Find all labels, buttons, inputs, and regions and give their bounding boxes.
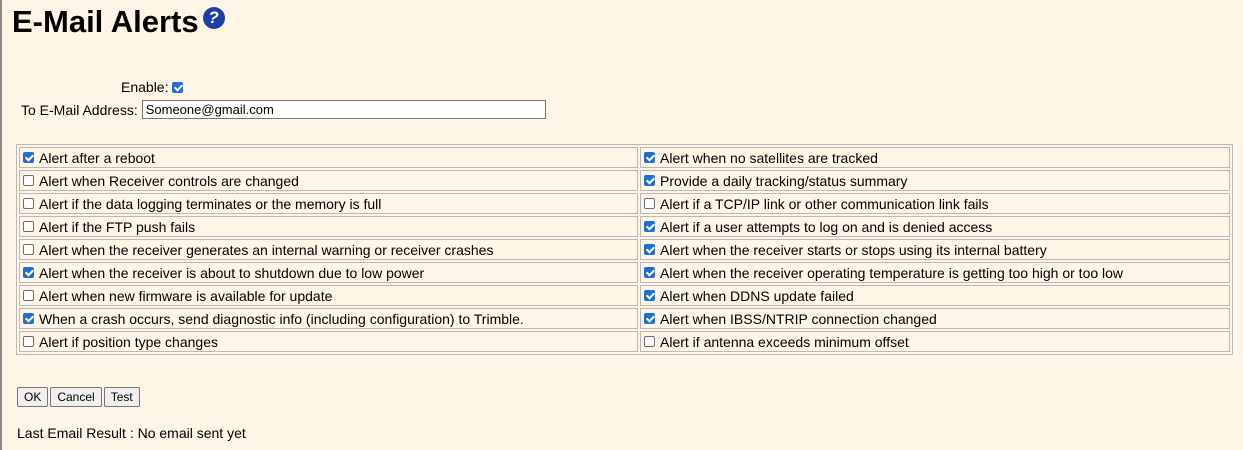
alert-option-content: Alert if the FTP push fails	[23, 219, 637, 235]
alert-option-content: Alert when no satellites are tracked	[644, 150, 1229, 166]
alert-label: Alert when the receiver starts or stops …	[660, 241, 1047, 258]
alert-checkbox[interactable]	[644, 244, 655, 255]
alert-checkbox[interactable]	[644, 290, 655, 301]
alert-option: Alert when DDNS update failed	[640, 285, 1230, 306]
alert-row: Alert after a reboot Alert when no satell…	[19, 147, 1230, 168]
alert-label: Alert when the receiver operating temper…	[660, 264, 1124, 281]
page-title: E-Mail Alerts ?	[12, 4, 225, 40]
alert-option: Alert when Receiver controls are changed	[19, 170, 638, 191]
alert-option-content: Alert if a TCP/IP link or other communic…	[644, 196, 1229, 212]
help-icon[interactable]: ?	[202, 7, 225, 29]
alert-label: Alert when Receiver controls are changed	[39, 172, 299, 189]
alert-label: Alert if a user attempts to log on and i…	[660, 218, 993, 235]
alert-checkbox[interactable]	[644, 267, 655, 278]
alert-label: Provide a daily tracking/status summary	[660, 172, 908, 189]
alert-checkbox[interactable]	[23, 175, 34, 186]
alert-label: Alert if a TCP/IP link or other communic…	[660, 195, 989, 212]
alerts-table: Alert after a reboot Alert when no satell…	[16, 144, 1233, 355]
alert-option-content: Alert when the receiver operating temper…	[644, 265, 1229, 281]
alert-checkbox[interactable]	[23, 267, 34, 278]
alert-row: Alert when new firmware is available for…	[19, 285, 1230, 306]
alert-option-content: Alert when DDNS update failed	[644, 288, 1229, 304]
button-bar: OK Cancel Test	[17, 387, 140, 407]
alert-row: Alert if position type changes Alert if a…	[19, 331, 1230, 352]
alert-option-content: Alert if antenna exceeds minimum offset	[644, 334, 1229, 350]
enable-label: Enable:	[121, 79, 169, 95]
alert-option: Alert if antenna exceeds minimum offset	[640, 331, 1230, 352]
alert-option: Alert if the FTP push fails	[19, 216, 638, 237]
alert-option: Alert when no satellites are tracked	[640, 147, 1230, 168]
email-row: To E-Mail Address:	[21, 100, 546, 119]
alert-option: Alert when the receiver starts or stops …	[640, 239, 1230, 260]
alert-option: Alert if position type changes	[19, 331, 638, 352]
alert-option-content: Alert when IBSS/NTRIP connection changed	[644, 311, 1229, 327]
alert-option-content: Alert after a reboot	[23, 150, 637, 166]
email-field[interactable]	[141, 100, 546, 119]
alert-checkbox[interactable]	[644, 336, 655, 347]
alert-checkbox[interactable]	[23, 313, 34, 324]
alert-checkbox[interactable]	[644, 175, 655, 186]
cancel-button[interactable]: Cancel	[50, 387, 102, 407]
alert-option: Alert when the receiver operating temper…	[640, 262, 1230, 283]
alert-row: Alert if the data logging terminates or …	[19, 193, 1230, 214]
alert-label: When a crash occurs, send diagnostic inf…	[39, 310, 524, 327]
alert-label: Alert when IBSS/NTRIP connection changed	[660, 310, 937, 327]
alert-checkbox[interactable]	[23, 152, 34, 163]
alert-option: Alert if a TCP/IP link or other communic…	[640, 193, 1230, 214]
alert-option-content: Alert when the receiver is about to shut…	[23, 265, 637, 281]
alert-label: Alert after a reboot	[39, 149, 155, 166]
alert-label: Alert if antenna exceeds minimum offset	[660, 333, 909, 350]
alert-option: Provide a daily tracking/status summary	[640, 170, 1230, 191]
alert-label: Alert when DDNS update failed	[660, 287, 854, 304]
alert-label: Alert if the FTP push fails	[39, 218, 196, 235]
alert-checkbox[interactable]	[644, 198, 655, 209]
alert-label: Alert if the data logging terminates or …	[39, 195, 382, 212]
alert-checkbox[interactable]	[23, 290, 34, 301]
alert-checkbox[interactable]	[23, 244, 34, 255]
alert-option: When a crash occurs, send diagnostic inf…	[19, 308, 638, 329]
alert-label: Alert when new firmware is available for…	[39, 287, 333, 304]
alert-option: Alert when new firmware is available for…	[19, 285, 638, 306]
alert-option: Alert if a user attempts to log on and i…	[640, 216, 1230, 237]
alert-row: Alert when the receiver is about to shut…	[19, 262, 1230, 283]
alert-label: Alert when the receiver is about to shut…	[39, 264, 425, 281]
alert-checkbox[interactable]	[23, 221, 34, 232]
enable-checkbox[interactable]	[172, 81, 184, 93]
alert-option: Alert after a reboot	[19, 147, 638, 168]
alert-option-content: Provide a daily tracking/status summary	[644, 173, 1229, 189]
alert-label: Alert when no satellites are tracked	[660, 149, 878, 166]
alert-option: Alert when IBSS/NTRIP connection changed	[640, 308, 1230, 329]
alert-option-content: When a crash occurs, send diagnostic inf…	[23, 311, 637, 327]
alert-option-content: Alert if position type changes	[23, 334, 637, 350]
email-label: To E-Mail Address:	[21, 101, 138, 118]
alert-row: When a crash occurs, send diagnostic inf…	[19, 308, 1230, 329]
test-button[interactable]: Test	[103, 387, 140, 407]
alert-option-content: Alert when Receiver controls are changed	[23, 173, 637, 189]
alert-option-content: Alert when the receiver generates an int…	[23, 242, 637, 258]
alert-option-content: Alert when new firmware is available for…	[23, 288, 637, 304]
ok-button[interactable]: OK	[17, 387, 49, 407]
alert-row: Alert when the receiver generates an int…	[19, 239, 1230, 260]
alert-checkbox[interactable]	[644, 152, 655, 163]
alert-label: Alert when the receiver generates an int…	[39, 241, 494, 258]
alert-row: Alert if the FTP push fails Alert if a us…	[19, 216, 1230, 237]
alert-option: Alert when the receiver generates an int…	[19, 239, 638, 260]
alert-checkbox[interactable]	[23, 336, 34, 347]
last-email-result: Last Email Result : No email sent yet	[17, 425, 246, 441]
alert-checkbox[interactable]	[644, 221, 655, 232]
alert-option-content: Alert if a user attempts to log on and i…	[644, 219, 1229, 235]
alert-checkbox[interactable]	[644, 313, 655, 324]
enable-row: Enable:	[121, 79, 188, 95]
alert-option: Alert when the receiver is about to shut…	[19, 262, 638, 283]
alert-label: Alert if position type changes	[39, 333, 218, 350]
alert-option-content: Alert when the receiver starts or stops …	[644, 242, 1229, 258]
alert-option: Alert if the data logging terminates or …	[19, 193, 638, 214]
page-title-text: E-Mail Alerts	[12, 4, 199, 39]
alert-option-content: Alert if the data logging terminates or …	[23, 196, 637, 212]
alert-checkbox[interactable]	[23, 198, 34, 209]
alert-row: Alert when Receiver controls are changed…	[19, 170, 1230, 191]
